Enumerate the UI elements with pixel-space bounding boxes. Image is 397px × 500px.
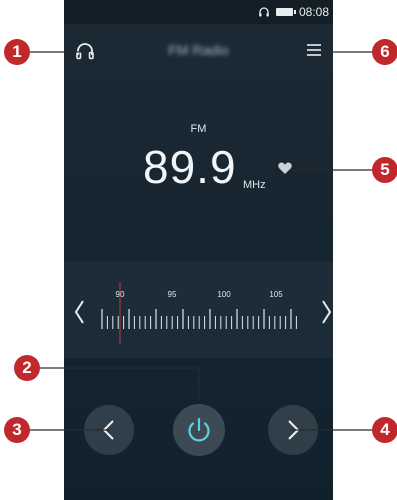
callout-5: 5 bbox=[372, 157, 397, 183]
status-time: 08:08 bbox=[298, 5, 329, 19]
battery-icon bbox=[275, 8, 296, 16]
dial-scale-label: 95 bbox=[168, 290, 177, 299]
dial-scale-label: 100 bbox=[217, 290, 231, 299]
dial-scale-label: 105 bbox=[269, 290, 283, 299]
phone-screen: 08:08 FM Radio FM 89.9 MHz 95 100 105 bbox=[64, 0, 333, 500]
dial-ticks bbox=[101, 309, 297, 329]
headset-icon bbox=[259, 7, 269, 17]
frequency-unit: MHz bbox=[243, 179, 266, 191]
title-bar: FM Radio bbox=[64, 30, 333, 74]
previous-station-button[interactable] bbox=[84, 405, 134, 455]
dial-prev-arrow[interactable] bbox=[74, 300, 84, 324]
dial-scale-labels: 9095100105 bbox=[116, 290, 284, 299]
callout-2: 2 bbox=[14, 355, 40, 381]
band-label: FM bbox=[190, 123, 207, 135]
status-bar: 08:08 bbox=[64, 0, 333, 24]
callout-4: 4 bbox=[372, 417, 397, 443]
dial-next-arrow[interactable] bbox=[322, 300, 332, 324]
power-button[interactable] bbox=[173, 404, 225, 456]
callout-1: 1 bbox=[4, 39, 30, 65]
tuning-dial[interactable]: 9095100105 bbox=[64, 282, 333, 344]
chevron-right-icon bbox=[288, 420, 300, 440]
next-station-button[interactable] bbox=[268, 405, 318, 455]
power-icon bbox=[188, 417, 210, 442]
callout-6: 6 bbox=[372, 39, 397, 65]
favorite-button[interactable] bbox=[277, 160, 293, 176]
menu-icon bbox=[307, 44, 321, 56]
menu-button[interactable] bbox=[304, 40, 324, 60]
frequency-display: 89.9 bbox=[143, 141, 237, 193]
app-title: FM Radio bbox=[168, 42, 229, 58]
callout-3: 3 bbox=[4, 417, 30, 443]
chevron-left-icon bbox=[102, 420, 114, 440]
heart-icon bbox=[278, 162, 292, 174]
